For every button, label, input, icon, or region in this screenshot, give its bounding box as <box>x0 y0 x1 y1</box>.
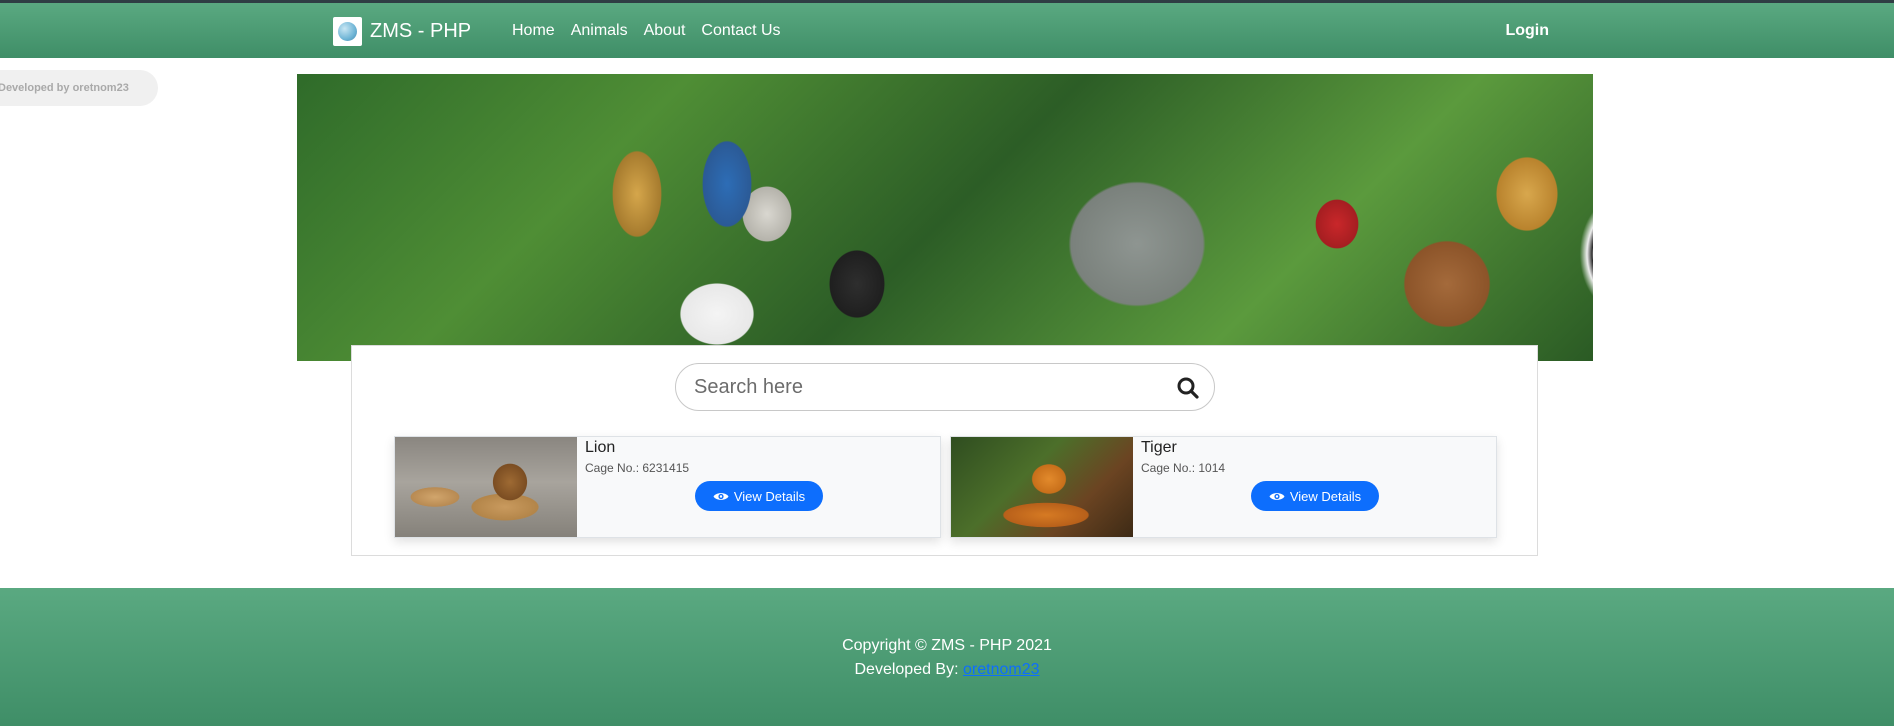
cage-number: Cage No.: 1014 <box>1141 461 1226 475</box>
nav-link-animals[interactable]: Animals <box>571 22 628 40</box>
view-details-label: View Details <box>733 488 806 504</box>
nav-links: Home Animals About Contact Us <box>512 22 781 40</box>
login-link[interactable]: Login <box>1505 22 1549 40</box>
search-icon[interactable] <box>1176 376 1200 400</box>
search-input[interactable] <box>692 374 1156 400</box>
animal-card-tiger: Tiger Cage No.: 1014 View Details <box>950 436 1497 538</box>
developed-by-label: Developed By: <box>854 661 963 678</box>
view-details-button-tiger[interactable]: View Details <box>1251 481 1379 511</box>
brand-title[interactable]: ZMS - PHP <box>370 20 471 43</box>
footer-developed-by: Developed By: oretnom23 <box>0 661 1894 679</box>
animal-name: Lion <box>585 439 616 456</box>
navbar: ZMS - PHP Home Animals About Contact Us … <box>0 0 1894 58</box>
nav-link-about[interactable]: About <box>644 22 686 40</box>
content-panel: Lion Cage No.: 6231415 View Details Tige… <box>351 345 1538 556</box>
eye-icon <box>1269 492 1285 500</box>
hero-banner-image <box>297 74 1593 361</box>
search-bar <box>675 363 1215 411</box>
developer-badge[interactable]: Developed by oretnom23 <box>0 70 158 106</box>
developer-link[interactable]: oretnom23 <box>963 661 1040 678</box>
view-details-button-lion[interactable]: View Details <box>695 481 823 511</box>
brand[interactable]: ZMS - PHP <box>333 17 471 46</box>
footer: Copyright © ZMS - PHP 2021 Developed By:… <box>0 588 1894 726</box>
animal-name: Tiger <box>1141 439 1177 456</box>
lion-image <box>395 437 577 537</box>
animal-card-lion: Lion Cage No.: 6231415 View Details <box>394 436 941 538</box>
nav-link-contact[interactable]: Contact Us <box>701 22 780 40</box>
eye-icon <box>713 492 729 500</box>
brand-logo-icon <box>333 17 362 46</box>
view-details-label: View Details <box>1289 488 1362 504</box>
tiger-image <box>951 437 1133 537</box>
nav-link-home[interactable]: Home <box>512 22 555 40</box>
cage-number: Cage No.: 6231415 <box>585 461 690 475</box>
footer-copyright: Copyright © ZMS - PHP 2021 <box>842 637 1052 654</box>
